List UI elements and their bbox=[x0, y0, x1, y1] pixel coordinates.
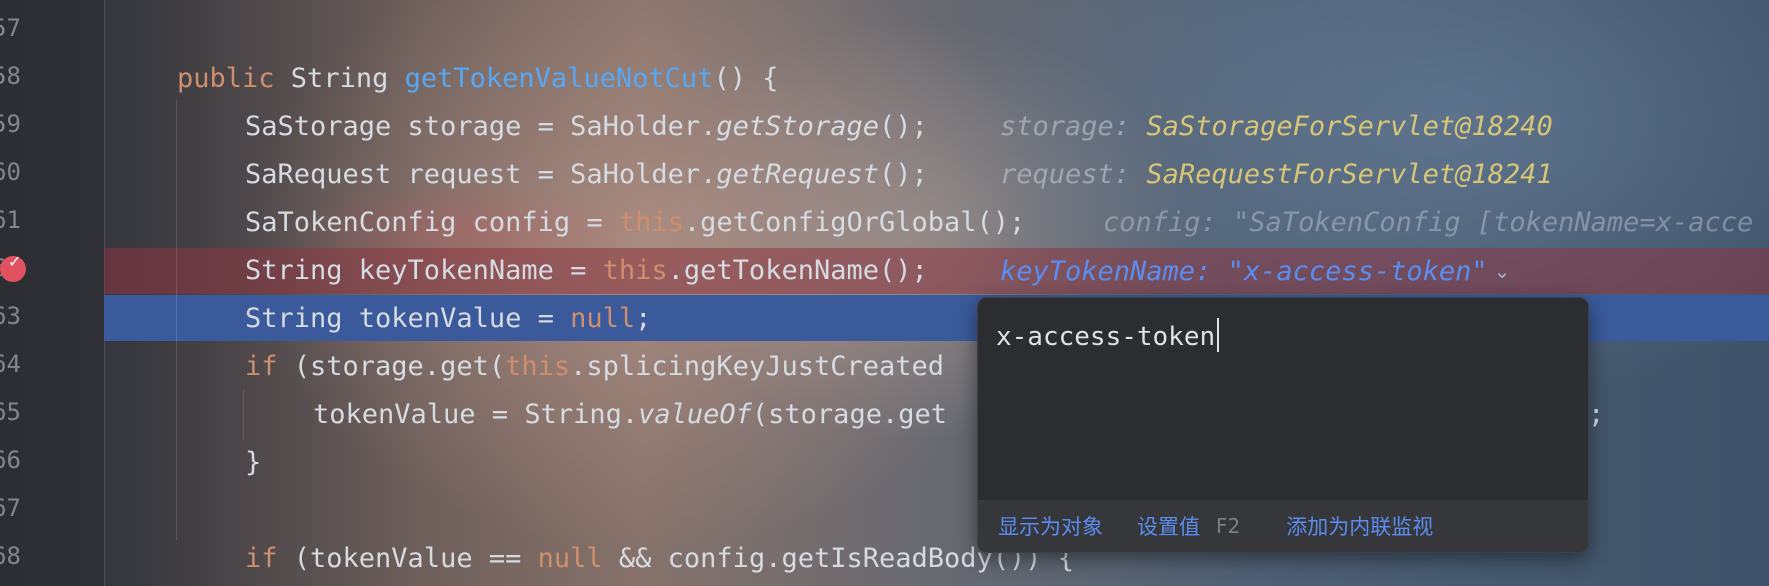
keyword: null bbox=[537, 543, 603, 574]
keyword: this bbox=[505, 351, 571, 382]
code-line-65[interactable]: tokenValue = String.valueOf(storage.get bbox=[313, 392, 947, 438]
add-inline-watch-link[interactable]: 添加为内联监视 bbox=[1286, 511, 1433, 541]
code-line-59[interactable]: SaStorage storage = SaHolder.getStorage(… bbox=[245, 104, 928, 150]
code-text: tokenValue = String. bbox=[313, 399, 639, 430]
line-number: 60 bbox=[0, 158, 21, 186]
keyword: if bbox=[245, 543, 278, 574]
keyword: public bbox=[177, 63, 275, 94]
code-line-66[interactable]: } bbox=[245, 440, 261, 486]
inline-value-hint-request[interactable]: request: SaRequestForServlet@18241 bbox=[1000, 152, 1553, 198]
method-call: getStorage bbox=[716, 111, 879, 142]
code-text: SaRequest request = SaHolder. bbox=[245, 159, 717, 190]
line-number: 64 bbox=[0, 350, 21, 378]
value-text-field[interactable]: x-access-token bbox=[996, 318, 1220, 352]
value-text: x-access-token bbox=[996, 322, 1216, 352]
code-text: String bbox=[274, 63, 405, 94]
keyword: if bbox=[245, 351, 278, 382]
hint-variable-value: SaRequestForServlet@18241 bbox=[1146, 159, 1553, 190]
hint-config-text: config: "SaTokenConfig [tokenName=x-acce bbox=[1103, 207, 1754, 238]
popup-footer: 显示为对象 设置值 F2 添加为内联监视 bbox=[978, 500, 1588, 552]
set-value-shortcut: F2 bbox=[1216, 514, 1241, 538]
line-number: 68 bbox=[0, 542, 21, 570]
code-line-64[interactable]: if (storage.get(this.splicingKeyJustCrea… bbox=[245, 344, 944, 390]
set-value-link[interactable]: 设置值 bbox=[1137, 511, 1200, 541]
code-text: (); bbox=[878, 159, 928, 190]
breakpoint-check-icon: ✓ bbox=[8, 252, 22, 271]
method-name: getTokenValueNotCut bbox=[404, 63, 714, 94]
chevron-down-icon[interactable]: ⌄ bbox=[1494, 248, 1511, 294]
code-editor[interactable]: 57 58 59 60 61 62 63 64 65 66 67 68 ✓ pu… bbox=[0, 0, 1769, 586]
code-line-61[interactable]: SaTokenConfig config = this.getConfigOrG… bbox=[245, 200, 1025, 246]
show-as-object-link[interactable]: 显示为对象 bbox=[998, 511, 1103, 541]
code-text: ; bbox=[635, 303, 652, 334]
keyword: this bbox=[602, 255, 668, 286]
code-line-60[interactable]: SaRequest request = SaHolder.getRequest(… bbox=[245, 152, 928, 198]
code-text: .getConfigOrGlobal(); bbox=[683, 207, 1026, 238]
code-text: String tokenValue = bbox=[245, 303, 571, 334]
indent-guide bbox=[176, 100, 177, 540]
line-number: 65 bbox=[0, 398, 21, 426]
code-text: .splicingKeyJustCreated bbox=[570, 351, 944, 382]
code-text: SaTokenConfig config = bbox=[245, 207, 619, 238]
method-call: valueOf bbox=[638, 399, 752, 430]
hint-variable-name: request: bbox=[1000, 159, 1131, 190]
code-text: ; bbox=[1588, 399, 1605, 430]
method-call: getRequest bbox=[716, 159, 879, 190]
code-text: (storage.get bbox=[751, 399, 947, 430]
inline-value-hint-keytokenname[interactable]: keyTokenName: "x-access-token" ⌄ bbox=[1000, 248, 1510, 295]
code-text: String keyTokenName = bbox=[245, 255, 603, 286]
inline-value-hint-storage[interactable]: storage: SaStorageForServlet@18240 bbox=[1000, 104, 1553, 150]
inline-value-hint-config[interactable]: config: "SaTokenConfig [tokenName=x-acce bbox=[1103, 200, 1753, 246]
line-number: 61 bbox=[0, 206, 21, 234]
code-line-62[interactable]: String keyTokenName = this.getTokenName(… bbox=[245, 248, 928, 294]
code-text: (storage.get( bbox=[277, 351, 506, 382]
line-number: 58 bbox=[0, 62, 21, 90]
line-number: 66 bbox=[0, 446, 21, 474]
text-caret bbox=[1217, 318, 1220, 352]
line-number: 57 bbox=[0, 14, 21, 42]
code-line-63[interactable]: String tokenValue = null; bbox=[245, 296, 651, 342]
keyword: this bbox=[618, 207, 684, 238]
code-text: } bbox=[245, 447, 262, 478]
code-text: SaStorage storage = SaHolder. bbox=[245, 111, 717, 142]
code-text: (); bbox=[878, 111, 928, 142]
code-line-68[interactable]: if (tokenValue == null && config.getIsRe… bbox=[245, 536, 1074, 582]
code-text: (tokenValue == bbox=[277, 543, 538, 574]
code-line-58[interactable]: public String getTokenValueNotCut() { bbox=[177, 56, 778, 102]
hint-variable-name: keyTokenName: bbox=[1000, 256, 1212, 287]
hint-variable-name: storage: bbox=[1000, 111, 1131, 142]
keyword: null bbox=[570, 303, 636, 334]
code-text: .getTokenName(); bbox=[667, 255, 928, 286]
indent-guide bbox=[243, 390, 244, 440]
line-number: 67 bbox=[0, 494, 21, 522]
code-text: () { bbox=[713, 63, 779, 94]
value-popup: x-access-token 显示为对象 设置值 F2 添加为内联监视 bbox=[977, 297, 1589, 553]
code-line-65-tail: ; bbox=[1588, 392, 1604, 438]
hint-variable-value: "x-access-token" bbox=[1227, 256, 1488, 287]
hint-variable-value: SaStorageForServlet@18240 bbox=[1146, 111, 1553, 142]
line-number: 63 bbox=[0, 302, 21, 330]
line-number: 59 bbox=[0, 110, 21, 138]
